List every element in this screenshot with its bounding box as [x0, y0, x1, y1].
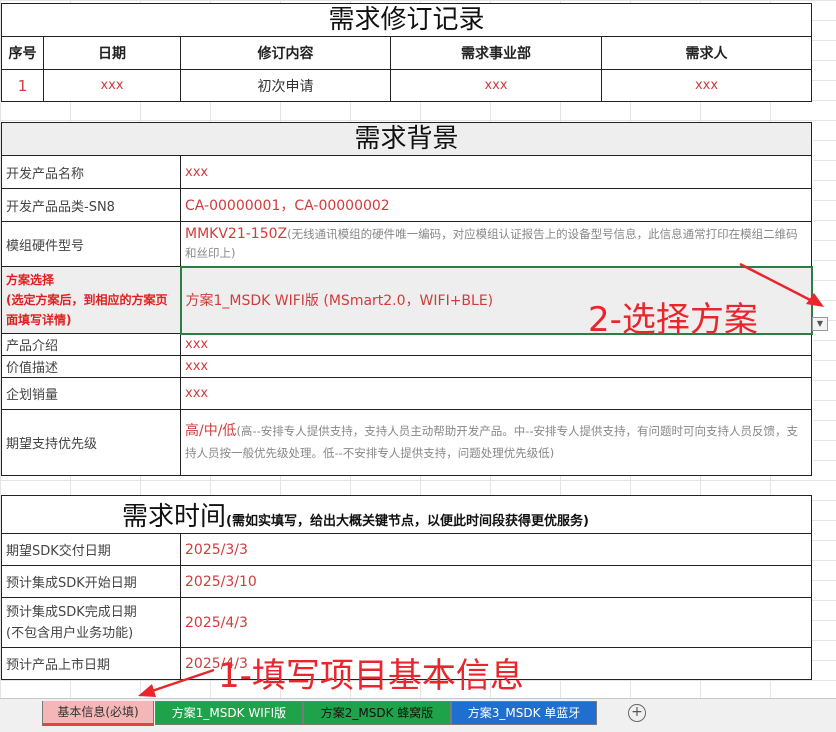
table-row: 期望支持优先级 高/中/低(高--安排专人提供支持，支持人员主动帮助开发产品。中… — [1, 409, 813, 476]
chevron-down-icon[interactable]: ▼ — [812, 317, 828, 331]
cell-requester[interactable]: xxx — [600, 69, 813, 102]
value-product-category[interactable]: CA-00000001，CA-00000002 — [179, 188, 813, 222]
timeline-title-row: 需求时间(需如实填写，给出大概关键节点，以便此时间段获得更优服务) — [1, 495, 812, 534]
annotation-step2: 2-选择方案 — [588, 300, 758, 340]
tab-solution-cellular[interactable]: 方案2_MSDK 蜂窝版 — [303, 701, 451, 725]
cell-division[interactable]: xxx — [390, 69, 602, 102]
table-row: 开发产品品类-SN8 CA-00000001，CA-00000002 — [1, 188, 813, 222]
value-module-model: MMKV21-150Z — [185, 225, 288, 242]
label-product-name: 开发产品名称 — [1, 155, 181, 189]
label-solution-select: 方案选择 (选定方案后，到相应的方案页面填写详情) — [1, 266, 181, 334]
priority-note: (高--安排专人提供支持，支持人员主动帮助开发产品。中--安排专人提供支持，有问… — [185, 424, 799, 460]
value-planned-sales[interactable]: xxx — [179, 377, 813, 410]
tab-solution-ble[interactable]: 方案3_MSDK 单蓝牙 — [451, 701, 597, 725]
label-product-intro: 产品介绍 — [1, 333, 181, 356]
col-header-requester: 需求人 — [600, 36, 813, 70]
label-planned-sales: 企划销量 — [1, 377, 181, 410]
cell-index[interactable]: 1 — [1, 69, 44, 102]
plus-circle-icon[interactable]: + — [628, 704, 646, 722]
value-module-model-cell[interactable]: MMKV21-150Z(无线通讯模组的硬件唯一编码，对应模组认证报告上的设备型号… — [179, 221, 813, 267]
value-sdk-delivery[interactable]: 2025/3/3 — [180, 533, 812, 566]
label-module-model: 模组硬件型号 — [1, 221, 181, 267]
value-value-desc[interactable]: xxx — [179, 355, 813, 378]
label-integration-start: 预计集成SDK开始日期 — [1, 565, 181, 598]
annotation-step1: 1-填写项目基本信息 — [218, 656, 524, 696]
cell-date[interactable]: xxx — [43, 69, 181, 102]
table-row: 预计集成SDK开始日期 2025/3/10 — [1, 565, 812, 598]
table-row: 模组硬件型号 MMKV21-150Z(无线通讯模组的硬件唯一编码，对应模组认证报… — [1, 221, 813, 267]
label-launch-date: 预计产品上市日期 — [1, 647, 181, 680]
table-row: 预计集成SDK完成日期 (不包含用户业务功能) 2025/4/3 — [1, 597, 812, 648]
sheet-tab-bar: 基本信息(必填) 方案1_MSDK WIFI版 方案2_MSDK 蜂窝版 方案3… — [0, 698, 836, 732]
table-row: 开发产品名称 xxx — [1, 155, 813, 189]
value-integration-start[interactable]: 2025/3/10 — [180, 565, 812, 598]
tab-solution-wifi[interactable]: 方案1_MSDK WIFI版 — [155, 701, 303, 725]
value-priority-cell[interactable]: 高/中/低(高--安排专人提供支持，支持人员主动帮助开发产品。中--安排专人提供… — [179, 409, 813, 476]
col-header-content: 修订内容 — [180, 36, 391, 70]
label-integration-end: 预计集成SDK完成日期 (不包含用户业务功能) — [1, 597, 181, 648]
value-priority: 高/中/低 — [185, 423, 237, 439]
timeline-subtitle: (需如实填写，给出大概关键节点，以便此时间段获得更优服务) — [226, 514, 589, 529]
label-sdk-delivery: 期望SDK交付日期 — [1, 533, 181, 566]
timeline-title: 需求时间 — [122, 502, 227, 532]
revision-table: 需求修订记录 序号 日期 修订内容 需求事业部 需求人 1 xxx 初次申请 x… — [0, 3, 813, 102]
value-product-name[interactable]: xxx — [179, 155, 813, 189]
col-header-division: 需求事业部 — [390, 36, 602, 70]
table-row: 1 xxx 初次申请 xxx xxx — [1, 69, 813, 102]
label-priority: 期望支持优先级 — [1, 409, 181, 476]
table-row: 价值描述 xxx — [1, 355, 813, 378]
table-row: 期望SDK交付日期 2025/3/3 — [1, 533, 812, 566]
table-row: 企划销量 xxx — [1, 377, 813, 410]
label-value-desc: 价值描述 — [1, 355, 181, 378]
solution-select-label: 方案选择 (选定方案后，到相应的方案页面填写详情) — [6, 273, 168, 327]
label-product-category: 开发产品品类-SN8 — [1, 188, 181, 222]
col-header-index: 序号 — [1, 36, 44, 70]
value-integration-end[interactable]: 2025/4/3 — [180, 597, 812, 648]
background-title: 需求背景 — [0, 122, 813, 156]
revision-title: 需求修订记录 — [0, 3, 813, 37]
col-header-date: 日期 — [43, 36, 181, 70]
cell-content[interactable]: 初次申请 — [180, 69, 391, 102]
tab-basic-info[interactable]: 基本信息(必填) — [42, 701, 154, 726]
